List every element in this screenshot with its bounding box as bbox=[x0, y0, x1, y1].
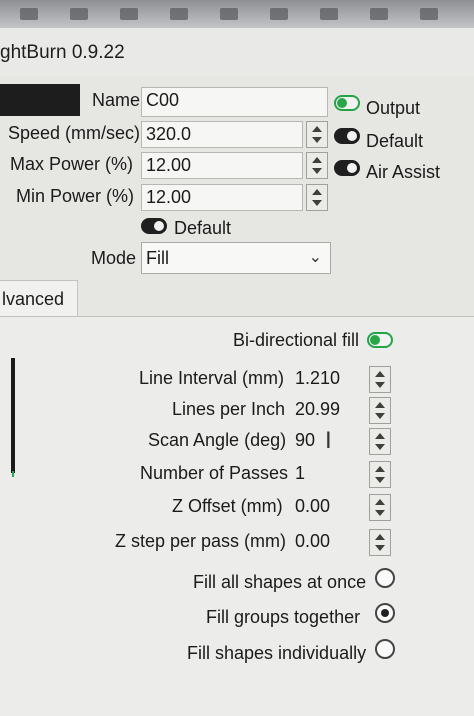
fill-shapes-individually-radio[interactable] bbox=[375, 639, 395, 659]
toolbar-icon[interactable] bbox=[170, 8, 188, 20]
speed-spinner[interactable] bbox=[306, 121, 328, 148]
bidirectional-fill-label: Bi-directional fill bbox=[233, 330, 360, 350]
toolbar-icon[interactable] bbox=[320, 8, 338, 20]
window-titlebar: ghtBurn 0.9.22 bbox=[0, 28, 474, 77]
z-offset-label: Z Offset (mm) bbox=[172, 496, 283, 516]
z-step-spinner[interactable] bbox=[369, 529, 391, 556]
mode-select-value: Fill bbox=[146, 248, 169, 268]
speed-input[interactable]: 320.0 bbox=[141, 121, 303, 148]
toggle-knob bbox=[337, 98, 347, 108]
default-label: Default bbox=[366, 131, 424, 151]
min-power-default-toggle[interactable] bbox=[141, 218, 167, 234]
fill-shapes-individually-label: Fill shapes individually bbox=[187, 643, 367, 663]
lines-per-inch-spinner[interactable] bbox=[369, 397, 391, 424]
line-interval-label: Line Interval (mm) bbox=[139, 368, 285, 388]
min-power-label: Min Power (%) bbox=[16, 186, 135, 206]
toggle-knob bbox=[370, 335, 380, 345]
line-interval-spinner[interactable] bbox=[369, 366, 391, 393]
toolbar-icon[interactable] bbox=[220, 8, 238, 20]
z-offset-input[interactable]: 0.00 bbox=[291, 494, 361, 521]
scan-angle-spinner[interactable] bbox=[369, 428, 391, 455]
fill-groups-together-label: Fill groups together bbox=[206, 607, 361, 627]
bidirectional-fill-toggle[interactable] bbox=[367, 332, 393, 348]
speed-label: Speed (mm/sec) bbox=[8, 123, 141, 143]
max-power-label: Max Power (%) bbox=[10, 154, 134, 174]
air-assist-label: Air Assist bbox=[366, 162, 441, 182]
chevron-down-icon: ⌄ bbox=[308, 249, 322, 266]
line-interval-input[interactable]: 1.210 bbox=[291, 366, 361, 393]
output-toggle[interactable] bbox=[334, 95, 360, 111]
toolbar-icon[interactable] bbox=[420, 8, 438, 20]
fill-all-shapes-label: Fill all shapes at once bbox=[193, 572, 367, 592]
fill-groups-together-radio[interactable] bbox=[375, 603, 395, 623]
name-label: Name bbox=[92, 90, 141, 110]
toolbar-icon[interactable] bbox=[370, 8, 388, 20]
scan-angle-label: Scan Angle (deg) bbox=[148, 430, 287, 450]
toolbar-icon[interactable] bbox=[70, 8, 88, 20]
output-label: Output bbox=[366, 98, 421, 118]
window-title: ghtBurn 0.9.22 bbox=[0, 42, 125, 63]
min-power-input[interactable]: 12.00 bbox=[141, 184, 303, 211]
lines-per-inch-input[interactable]: 20.99 bbox=[291, 397, 361, 424]
default-toggle[interactable] bbox=[334, 128, 360, 144]
max-power-spinner[interactable] bbox=[306, 152, 328, 179]
min-power-spinner[interactable] bbox=[306, 184, 328, 211]
name-input[interactable]: C00 bbox=[141, 87, 328, 117]
number-of-passes-spinner[interactable] bbox=[369, 461, 391, 488]
toolbar-icon[interactable] bbox=[20, 8, 38, 20]
z-offset-spinner[interactable] bbox=[369, 494, 391, 521]
lines-per-inch-label: Lines per Inch bbox=[172, 399, 286, 419]
number-of-passes-input[interactable]: 1 bbox=[291, 461, 361, 488]
mode-select[interactable]: Fill ⌄ bbox=[141, 242, 331, 274]
layer-color-swatch[interactable] bbox=[0, 84, 80, 116]
os-toolbar-strip bbox=[0, 0, 474, 28]
min-power-default-label: Default bbox=[174, 218, 232, 238]
tab-advanced[interactable]: lvanced bbox=[0, 280, 78, 316]
z-step-label: Z step per pass (mm) bbox=[115, 531, 287, 551]
toggle-knob bbox=[347, 131, 357, 141]
cut-settings-editor: Name C00 Output Speed (mm/sec) 320.0 Def… bbox=[0, 76, 474, 716]
number-of-passes-label: Number of Passes bbox=[140, 463, 289, 483]
toggle-knob bbox=[347, 163, 357, 173]
text-cursor-icon: I bbox=[325, 427, 332, 454]
toolbar-icon[interactable] bbox=[120, 8, 138, 20]
z-step-input[interactable]: 0.00 bbox=[291, 529, 361, 556]
air-assist-toggle[interactable] bbox=[334, 160, 360, 176]
scan-angle-indicator bbox=[11, 358, 15, 477]
toolbar-icon[interactable] bbox=[270, 8, 288, 20]
max-power-input[interactable]: 12.00 bbox=[141, 152, 303, 179]
fill-all-shapes-radio[interactable] bbox=[375, 568, 395, 588]
mode-label: Mode bbox=[91, 248, 137, 268]
toggle-knob bbox=[154, 221, 164, 231]
